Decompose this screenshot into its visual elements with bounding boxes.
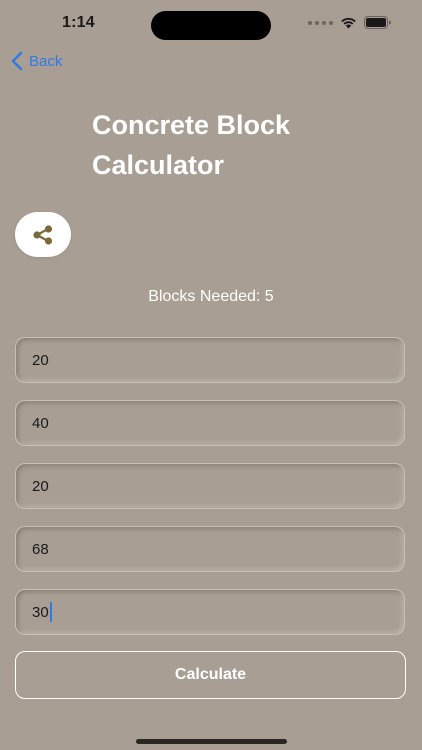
share-button[interactable] (15, 212, 71, 257)
input-field-4-value: 68 (32, 540, 49, 558)
text-caret (49, 602, 52, 622)
chevron-left-icon (11, 51, 23, 71)
page-title: Concrete Block Calculator (92, 110, 291, 180)
signal-icon (308, 20, 333, 25)
home-indicator[interactable] (136, 739, 287, 744)
share-icon (33, 224, 53, 245)
battery-icon (364, 16, 391, 29)
status-bar: 1:14 (0, 0, 422, 50)
input-field-2-value: 40 (32, 414, 49, 432)
back-button[interactable]: Back (11, 51, 62, 71)
status-icons (308, 16, 392, 29)
dynamic-island (151, 11, 271, 40)
wifi-icon (341, 17, 356, 29)
input-field-2[interactable]: 40 (15, 400, 405, 446)
input-field-5-value: 30 (32, 603, 49, 621)
input-field-1[interactable]: 20 (15, 337, 405, 383)
input-field-3[interactable]: 20 (15, 463, 405, 509)
back-label: Back (29, 52, 63, 70)
input-field-1-value: 20 (32, 351, 49, 369)
blocks-needed-result: Blocks Needed: 5 (148, 288, 274, 305)
input-field-4[interactable]: 68 (15, 526, 405, 572)
input-field-3-value: 20 (32, 477, 49, 495)
input-field-5[interactable]: 30 (15, 589, 405, 635)
status-time: 1:14 (62, 14, 95, 31)
calculate-button[interactable]: Calculate (15, 651, 406, 699)
